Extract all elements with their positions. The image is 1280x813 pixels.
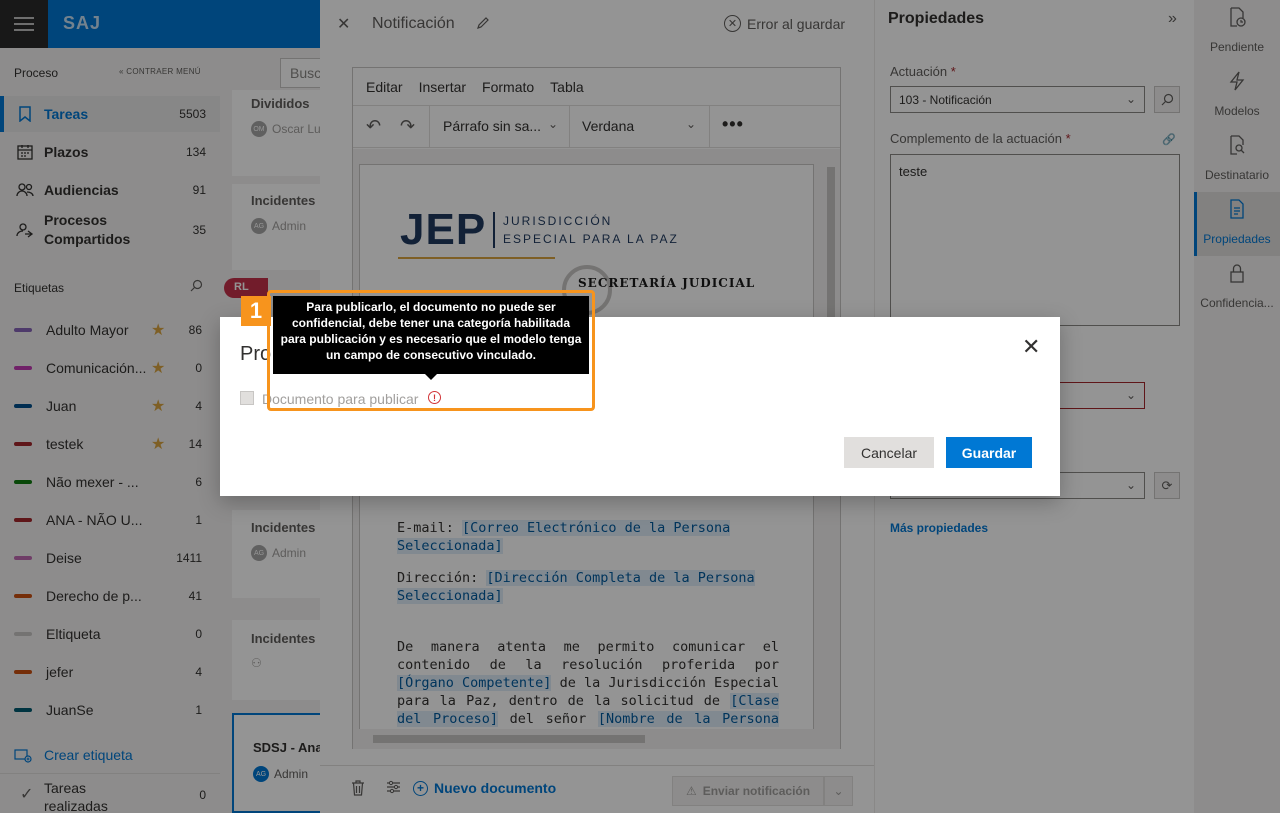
tooltip: Para publicarlo, el documento no puede s…: [273, 296, 589, 374]
tooltip-arrow: [425, 374, 437, 380]
save-button[interactable]: Guardar: [946, 437, 1032, 468]
cancel-button[interactable]: Cancelar: [844, 437, 934, 468]
guide-step-number: 1: [241, 296, 271, 326]
close-icon[interactable]: ✕: [1022, 334, 1040, 360]
publish-checkbox[interactable]: [240, 391, 254, 405]
